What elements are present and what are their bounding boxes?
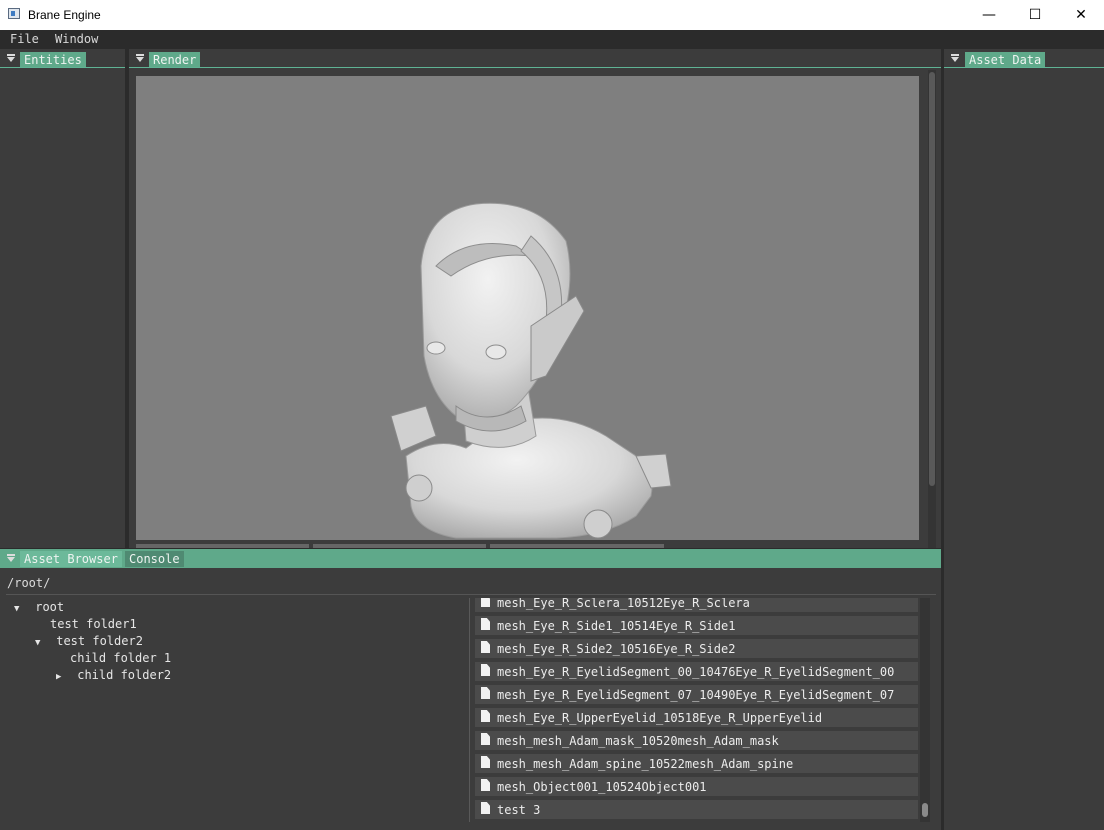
- render-viewport[interactable]: [136, 76, 919, 540]
- file-item[interactable]: mesh_Eye_R_EyelidSegment_07_10490Eye_R_E…: [475, 685, 918, 704]
- expanded-arrow-icon[interactable]: ▼: [14, 604, 24, 614]
- collapse-icon[interactable]: [950, 54, 960, 64]
- tree-item-label: root: [35, 600, 65, 614]
- file-item[interactable]: test 3: [475, 800, 918, 819]
- menu-bar: File Window: [0, 30, 1104, 48]
- tree-item-label: test folder2: [56, 634, 143, 648]
- divider: [6, 594, 936, 595]
- render-hscroll-segment: [313, 544, 486, 548]
- render-panel-header: Render: [129, 49, 941, 68]
- file-icon: [481, 733, 490, 745]
- file-icon: [481, 756, 490, 768]
- file-name: test 3: [497, 803, 541, 817]
- file-list-scrollbar-thumb[interactable]: [922, 803, 928, 817]
- maximize-button[interactable]: ☐: [1012, 0, 1058, 30]
- tab-asset-browser[interactable]: Asset Browser: [20, 551, 122, 567]
- file-icon: [481, 687, 490, 699]
- tab-entities[interactable]: Entities: [20, 52, 86, 68]
- file-name: mesh_mesh_Adam_spine_10522mesh_Adam_spin…: [497, 757, 794, 771]
- file-item[interactable]: mesh_Eye_R_UpperEyelid_10518Eye_R_UpperE…: [475, 708, 918, 727]
- asset-file-list[interactable]: mesh_Eye_R_Sclera_10512Eye_R_Sclera mesh…: [470, 598, 920, 821]
- title-bar: Brane Engine — ☐ ✕: [0, 0, 1104, 30]
- collapse-icon[interactable]: [135, 54, 145, 64]
- tree-item-label: child folder2: [77, 668, 172, 682]
- file-item[interactable]: mesh_mesh_Adam_spine_10522mesh_Adam_spin…: [475, 754, 918, 773]
- app-icon: [8, 8, 20, 19]
- entities-panel: Entities: [0, 49, 125, 548]
- file-item[interactable]: mesh_Eye_R_EyelidSegment_00_10476Eye_R_E…: [475, 662, 918, 681]
- tab-asset-data[interactable]: Asset Data: [965, 52, 1046, 68]
- file-name: mesh_Eye_R_EyelidSegment_07_10490Eye_R_E…: [497, 688, 895, 702]
- menu-window[interactable]: Window: [55, 32, 98, 46]
- tab-console[interactable]: Console: [125, 551, 184, 567]
- rendered-head-model: [390, 202, 672, 539]
- tab-render[interactable]: Render: [149, 52, 201, 68]
- file-name: mesh_Eye_R_Side1_10514Eye_R_Side1: [497, 619, 736, 633]
- file-item[interactable]: mesh_Object001_10524Object001: [475, 777, 918, 796]
- tree-item-child-folder-1[interactable]: child folder 1: [70, 651, 171, 665]
- file-name: mesh_Eye_R_Side2_10516Eye_R_Side2: [497, 642, 736, 656]
- collapsed-arrow-icon[interactable]: ▶: [56, 672, 66, 682]
- file-name: mesh_Eye_R_UpperEyelid_10518Eye_R_UpperE…: [497, 711, 823, 725]
- tree-item-test-folder1[interactable]: test folder1: [50, 617, 137, 631]
- tree-item-label: test folder1: [50, 617, 137, 631]
- tree-item-root[interactable]: ▼ root: [14, 600, 64, 614]
- expanded-arrow-icon[interactable]: ▼: [35, 638, 45, 648]
- file-icon: [481, 598, 490, 607]
- render-hscroll-segment: [136, 544, 309, 548]
- tree-item-test-folder2[interactable]: ▼ test folder2: [35, 634, 143, 648]
- tree-item-child-folder2[interactable]: ▶ child folder2: [56, 668, 171, 682]
- collapse-icon[interactable]: [6, 554, 16, 564]
- menu-file[interactable]: File: [10, 32, 39, 46]
- collapse-icon[interactable]: [6, 54, 16, 64]
- file-icon: [481, 618, 490, 630]
- asset-data-panel-header: Asset Data: [944, 49, 1104, 68]
- file-icon: [481, 779, 490, 791]
- close-button[interactable]: ✕: [1058, 0, 1104, 30]
- file-item[interactable]: mesh_mesh_Adam_mask_10520mesh_Adam_mask: [475, 731, 918, 750]
- file-name: mesh_mesh_Adam_mask_10520mesh_Adam_mask: [497, 734, 779, 748]
- file-icon: [481, 710, 490, 722]
- file-name: mesh_Eye_R_EyelidSegment_00_10476Eye_R_E…: [497, 665, 895, 679]
- path-breadcrumb: /root/: [7, 576, 51, 590]
- file-name: mesh_Object001_10524Object001: [497, 780, 707, 794]
- entities-panel-header: Entities: [0, 49, 125, 68]
- render-scrollbar[interactable]: [928, 70, 936, 548]
- tree-item-label: child folder 1: [70, 651, 172, 665]
- render-scrollbar-thumb[interactable]: [929, 72, 935, 486]
- file-icon: [481, 802, 490, 814]
- file-list-scrollbar[interactable]: [920, 598, 930, 822]
- asset-browser-header: Asset Browser Console: [0, 549, 941, 568]
- window-title: Brane Engine: [28, 8, 101, 22]
- minimize-button[interactable]: —: [966, 0, 1012, 30]
- file-icon: [481, 664, 490, 676]
- render-hscroll-segment: [490, 544, 664, 548]
- file-item[interactable]: mesh_Eye_R_Side2_10516Eye_R_Side2: [475, 639, 918, 658]
- file-item[interactable]: mesh_Eye_R_Sclera_10512Eye_R_Sclera: [475, 598, 918, 612]
- file-icon: [481, 641, 490, 653]
- file-item[interactable]: mesh_Eye_R_Side1_10514Eye_R_Side1: [475, 616, 918, 635]
- asset-data-panel: Asset Data: [944, 49, 1104, 830]
- file-name: mesh_Eye_R_Sclera_10512Eye_R_Sclera: [497, 598, 750, 610]
